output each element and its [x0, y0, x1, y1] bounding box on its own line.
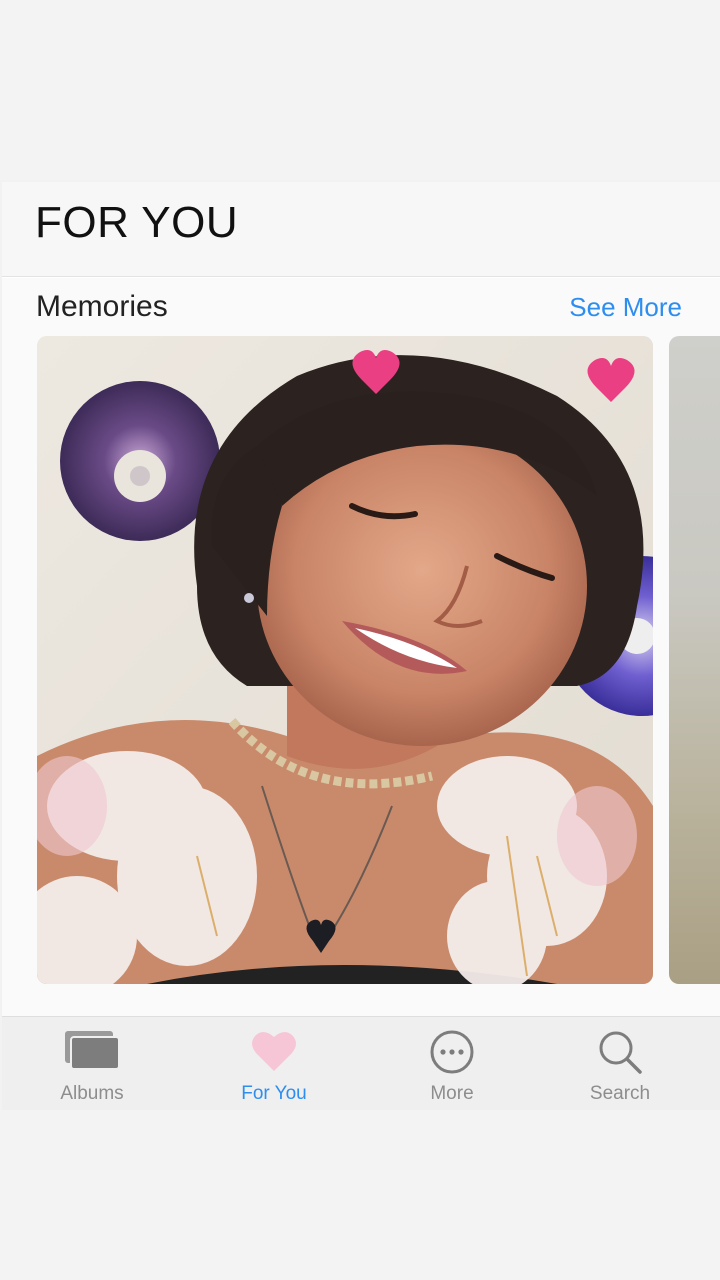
photos-app: FOR YOU Memories See More Albums For You…	[2, 182, 720, 1110]
header: FOR YOU	[2, 182, 720, 277]
memory-card-next[interactable]	[669, 336, 720, 984]
tab-albums[interactable]: Albums	[22, 1017, 162, 1111]
search-icon	[597, 1029, 643, 1080]
tab-for-you-label: For You	[241, 1083, 307, 1104]
memories-section-header: Memories See More	[2, 278, 720, 336]
see-more-link[interactable]: See More	[569, 292, 682, 323]
tab-search[interactable]: Search	[550, 1017, 690, 1111]
bottom-blank-area	[0, 1110, 720, 1280]
albums-icon	[63, 1029, 121, 1076]
memories-title: Memories	[36, 290, 168, 323]
tab-for-you[interactable]: For You	[204, 1017, 344, 1111]
memory-photo	[37, 336, 653, 984]
tab-albums-label: Albums	[60, 1083, 124, 1104]
tab-more[interactable]: More	[382, 1017, 522, 1111]
tab-search-label: Search	[589, 1083, 651, 1104]
more-icon	[429, 1029, 475, 1080]
heart-icon	[250, 1029, 298, 1078]
memory-card[interactable]	[37, 336, 653, 984]
memories-carousel[interactable]	[2, 336, 720, 1016]
top-blank-area	[0, 0, 720, 180]
tab-bar: Albums For You More Search	[2, 1016, 720, 1110]
tab-more-label: More	[430, 1083, 474, 1104]
page-title: FOR YOU	[35, 198, 239, 247]
